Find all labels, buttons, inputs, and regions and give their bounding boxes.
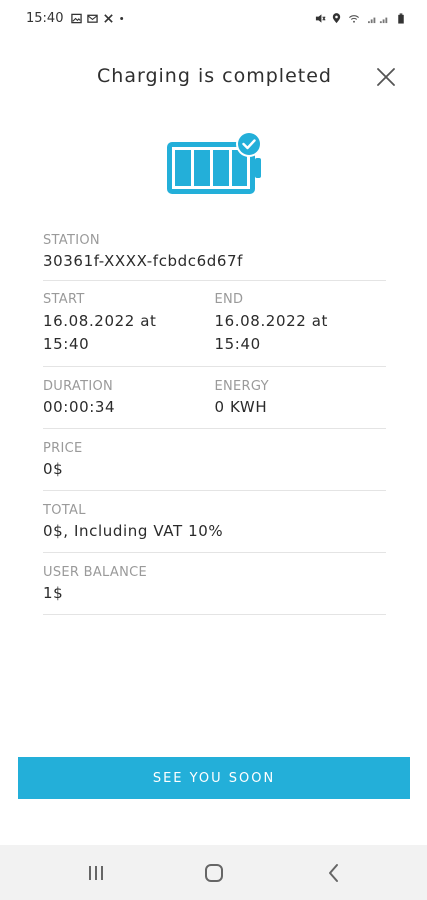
system-nav-bar: [0, 845, 427, 900]
start-value: 16.08.2022 at 15:40: [43, 310, 215, 356]
total-row: TOTAL 0$, Including VAT 10%: [43, 491, 386, 553]
status-bar: 15:40: [0, 0, 427, 36]
duration-label: DURATION: [43, 379, 114, 394]
mail-icon: [87, 14, 99, 23]
price-value: 0$: [43, 460, 64, 478]
station-label: STATION: [43, 233, 100, 248]
back-icon[interactable]: [322, 861, 346, 885]
battery-status-icon: [398, 12, 404, 24]
total-value: 0$, Including VAT 10%: [43, 522, 224, 540]
wifi-icon: [349, 14, 359, 23]
page-title: Charging is completed: [97, 65, 332, 87]
end-value: 16.08.2022 at 15:40: [215, 310, 387, 356]
charging-details: STATION 30361f-XXXX-fcbdc6d67f START 16.…: [43, 228, 386, 615]
mute-icon: [315, 13, 326, 23]
see-you-soon-label: SEE YOU SOON: [152, 770, 276, 786]
duration-value: 00:00:34: [43, 398, 116, 416]
dot-icon: [120, 16, 124, 20]
dates-row: START 16.08.2022 at 15:40 END 16.08.2022…: [43, 281, 386, 367]
duration-energy-row: DURATION 00:00:34 ENERGY 0 KWH: [43, 367, 386, 429]
signal-icon: [368, 17, 388, 23]
user-balance-row: USER BALANCE 1$: [43, 553, 386, 615]
battery-check-icon: [167, 131, 262, 194]
tools-icon: [104, 13, 114, 23]
see-you-soon-button[interactable]: SEE YOU SOON: [18, 757, 410, 799]
user-balance-value: 1$: [43, 584, 64, 602]
energy-value: 0 KWH: [214, 398, 268, 416]
start-date: 16.08.2022 at: [43, 312, 157, 330]
price-label: PRICE: [43, 441, 83, 456]
status-time: 15:40: [26, 10, 64, 26]
end-date: 16.08.2022 at: [214, 312, 329, 330]
recent-apps-icon[interactable]: [84, 861, 108, 885]
end-label: END: [214, 292, 244, 307]
station-value: 30361f-XXXX-fcbdc6d67f: [43, 252, 244, 270]
home-icon[interactable]: [202, 861, 226, 885]
total-label: TOTAL: [43, 503, 86, 518]
image-icon: [71, 13, 83, 23]
location-icon: [332, 12, 341, 23]
energy-label: ENERGY: [214, 379, 269, 394]
price-row: PRICE 0$: [43, 429, 386, 491]
station-row: STATION 30361f-XXXX-fcbdc6d67f: [43, 228, 386, 281]
close-icon[interactable]: [375, 66, 397, 88]
start-time: 15:40: [43, 335, 90, 353]
start-label: START: [43, 292, 85, 307]
header: Charging is completed: [0, 58, 427, 98]
end-time: 15:40: [214, 335, 261, 353]
user-balance-label: USER BALANCE: [43, 565, 148, 580]
